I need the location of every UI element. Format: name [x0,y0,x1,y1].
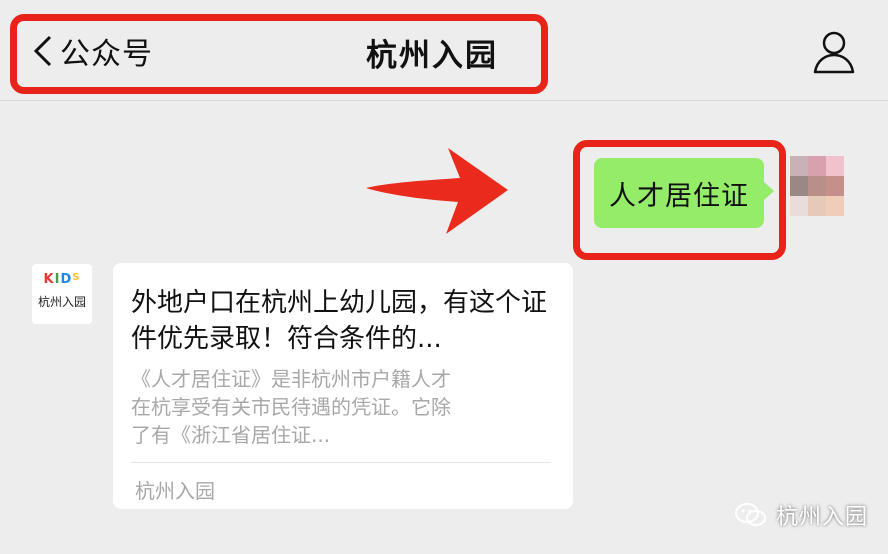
title-highlight-box [10,14,548,94]
watermark-text: 杭州入园 [776,505,869,530]
official-account-avatar[interactable]: KIDS 杭州入园 [32,264,92,324]
red-arrow-pointer [366,148,508,234]
article-source: 杭州入园 [135,479,215,503]
person-icon[interactable] [810,28,858,76]
message-highlight-box [573,140,786,260]
watermark: 杭州入园 [734,500,868,530]
article-card[interactable]: 外地户口在杭州上幼儿园，有这个证件优先录取！符合条件的... 《人才居住证》是非… [113,263,573,509]
kids-logo: KIDS [43,272,81,287]
card-divider [131,462,551,463]
article-description: 《人才居住证》是非杭州市户籍人才在杭享受有关市民待遇的凭证。它除了有《浙江省居住… [131,367,451,447]
user-avatar[interactable] [790,156,844,216]
avatar-label: 杭州入园 [37,295,86,309]
article-title: 外地户口在杭州上幼儿园，有这个证件优先录取！符合条件的... [131,288,548,354]
wechat-icon [735,503,766,526]
